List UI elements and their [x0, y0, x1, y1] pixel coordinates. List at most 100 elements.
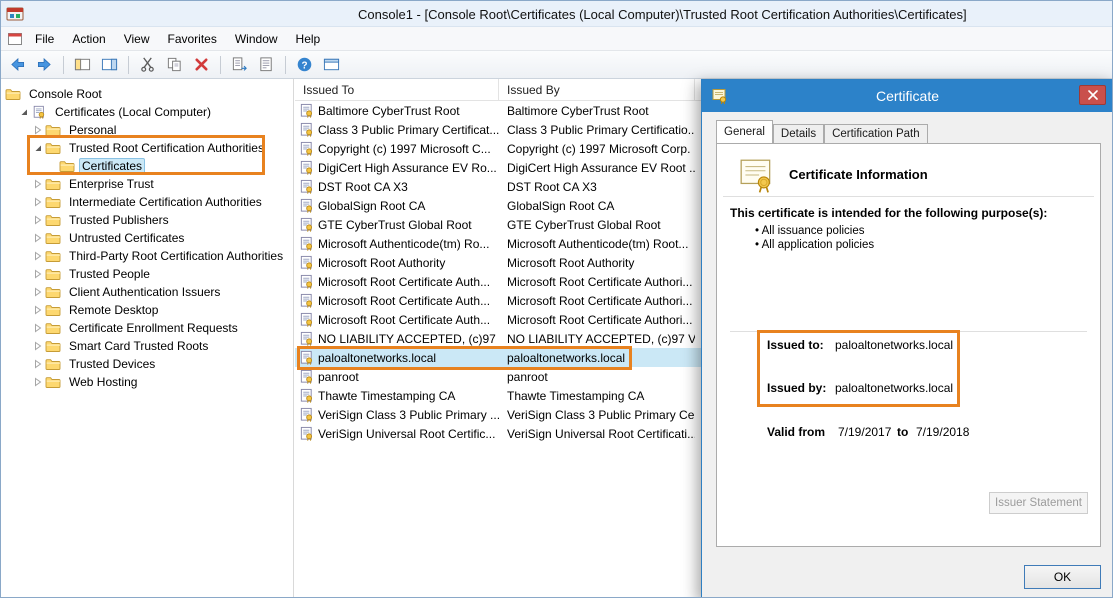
show-console-tree-button[interactable] [70, 53, 95, 76]
delete-button[interactable] [189, 53, 214, 76]
cert-icon [299, 179, 314, 194]
certificate-icon [711, 87, 729, 105]
tree-item-intermediate-certification-authorities[interactable]: Intermediate Certification Authorities [1, 193, 293, 211]
tree-item-trusted-publishers[interactable]: Trusted Publishers [1, 211, 293, 229]
collapse-icon[interactable] [19, 107, 29, 117]
expand-icon[interactable] [33, 233, 43, 243]
issued-by-cell: Baltimore CyberTrust Root [499, 101, 695, 120]
title-bar: Console1 - [Console Root\Certificates (L… [1, 1, 1112, 27]
expand-icon[interactable] [33, 305, 43, 315]
issued-to-cell: Thawte Timestamping CA [295, 386, 499, 405]
copy-button[interactable] [162, 53, 187, 76]
cut-icon [139, 56, 156, 73]
show-console-tree-icon [74, 56, 91, 73]
close-button[interactable] [1079, 85, 1106, 105]
tab-general[interactable]: General [716, 120, 773, 143]
tree-item-certificates-local-computer[interactable]: Certificates (Local Computer) [1, 103, 293, 121]
expand-icon[interactable] [33, 341, 43, 351]
action-pane-button[interactable] [319, 53, 344, 76]
valid-to-date: 7/19/2018 [916, 425, 969, 439]
issued-by-cell: Microsoft Root Authority [499, 253, 695, 272]
ok-button[interactable]: OK [1024, 565, 1101, 589]
cert-icon [299, 103, 314, 118]
menu-item-file[interactable]: File [26, 28, 63, 50]
expander-spacer [47, 161, 57, 171]
tab-certification-path[interactable]: Certification Path [824, 124, 928, 143]
tree-item-third-party-root-certification-authorities[interactable]: Third-Party Root Certification Authoriti… [1, 247, 293, 265]
tree-item-remote-desktop[interactable]: Remote Desktop [1, 301, 293, 319]
issued-to-text: Microsoft Authenticode(tm) Ro... [318, 237, 489, 251]
issued-to-cell: Copyright (c) 1997 Microsoft C... [295, 139, 499, 158]
cut-button[interactable] [135, 53, 160, 76]
back-button[interactable] [5, 53, 30, 76]
mmc-window: Console1 - [Console Root\Certificates (L… [0, 0, 1113, 598]
collapse-icon[interactable] [33, 143, 43, 153]
issued-to-text: GlobalSign Root CA [318, 199, 425, 213]
expand-icon[interactable] [33, 251, 43, 261]
tree-item-console-root[interactable]: Console Root [1, 85, 293, 103]
menu-item-help[interactable]: Help [287, 28, 330, 50]
folder-icon [45, 177, 61, 191]
menu-item-view[interactable]: View [115, 28, 159, 50]
dialog-title-bar[interactable]: Certificate [702, 80, 1113, 112]
expand-icon[interactable] [33, 269, 43, 279]
expand-icon[interactable] [33, 377, 43, 387]
issued-to-cell: Microsoft Authenticode(tm) Ro... [295, 234, 499, 253]
folder-icon [45, 321, 61, 335]
action-pane-icon [323, 56, 340, 73]
tab-details[interactable]: Details [773, 124, 824, 143]
purpose-item: All application policies [755, 238, 874, 252]
expand-icon[interactable] [33, 287, 43, 297]
cert-icon [299, 141, 314, 156]
issuer-statement-button[interactable]: Issuer Statement [989, 492, 1088, 514]
issued-to-text: DST Root CA X3 [318, 180, 408, 194]
issued-to-cell: Microsoft Root Certificate Auth... [295, 291, 499, 310]
tree-item-trusted-people[interactable]: Trusted People [1, 265, 293, 283]
tree-item-web-hosting[interactable]: Web Hosting [1, 373, 293, 391]
folder-icon [45, 141, 61, 155]
issued-to-cell: Microsoft Root Certificate Auth... [295, 272, 499, 291]
tree-item-personal[interactable]: Personal [1, 121, 293, 139]
show-action-pane-icon [101, 56, 118, 73]
issued-by-cell: GlobalSign Root CA [499, 196, 695, 215]
expand-icon[interactable] [33, 359, 43, 369]
issued-to-text: Microsoft Root Certificate Auth... [318, 275, 490, 289]
tree-item-trusted-devices[interactable]: Trusted Devices [1, 355, 293, 373]
issued-to-cell: panroot [295, 367, 499, 386]
folder-icon [5, 87, 21, 101]
tree-item-untrusted-certificates[interactable]: Untrusted Certificates [1, 229, 293, 247]
expand-icon[interactable] [33, 197, 43, 207]
tree-item-trusted-root-certification-authorities[interactable]: Trusted Root Certification Authorities [1, 139, 293, 157]
expand-icon[interactable] [33, 125, 43, 135]
console-tree: Console RootCertificates (Local Computer… [1, 79, 294, 598]
menu-item-favorites[interactable]: Favorites [159, 28, 226, 50]
properties-button[interactable] [254, 53, 279, 76]
tree-item-certificate-enrollment-requests[interactable]: Certificate Enrollment Requests [1, 319, 293, 337]
issued-to-label: Issued to: [767, 338, 824, 352]
folder-icon [45, 213, 61, 227]
folder-icon [45, 375, 61, 389]
column-header-issued-by[interactable]: Issued By [499, 79, 695, 100]
tree-item-smart-card-trusted-roots[interactable]: Smart Card Trusted Roots [1, 337, 293, 355]
show-action-pane-button[interactable] [97, 53, 122, 76]
issued-to-cell: Class 3 Public Primary Certificat... [295, 120, 499, 139]
purpose-item: All issuance policies [755, 224, 874, 238]
cert-icon [299, 369, 314, 384]
tree-item-client-authentication-issuers[interactable]: Client Authentication Issuers [1, 283, 293, 301]
valid-to-label: to [897, 425, 908, 439]
expand-icon[interactable] [33, 323, 43, 333]
help-button[interactable]: ? [292, 53, 317, 76]
tree-item-certificates[interactable]: Certificates [1, 157, 293, 175]
expand-icon[interactable] [33, 179, 43, 189]
issued-by-cell: Class 3 Public Primary Certificatio... [499, 120, 695, 139]
folder-icon [59, 159, 75, 173]
forward-button[interactable] [32, 53, 57, 76]
issued-by-cell: Microsoft Root Certificate Authori... [499, 310, 695, 329]
issued-to-cell: DigiCert High Assurance EV Ro... [295, 158, 499, 177]
export-list-button[interactable] [227, 53, 252, 76]
expand-icon[interactable] [33, 215, 43, 225]
tree-item-enterprise-trust[interactable]: Enterprise Trust [1, 175, 293, 193]
column-header-issued-to[interactable]: Issued To [295, 79, 499, 100]
menu-item-action[interactable]: Action [63, 28, 114, 50]
menu-item-window[interactable]: Window [226, 28, 287, 50]
